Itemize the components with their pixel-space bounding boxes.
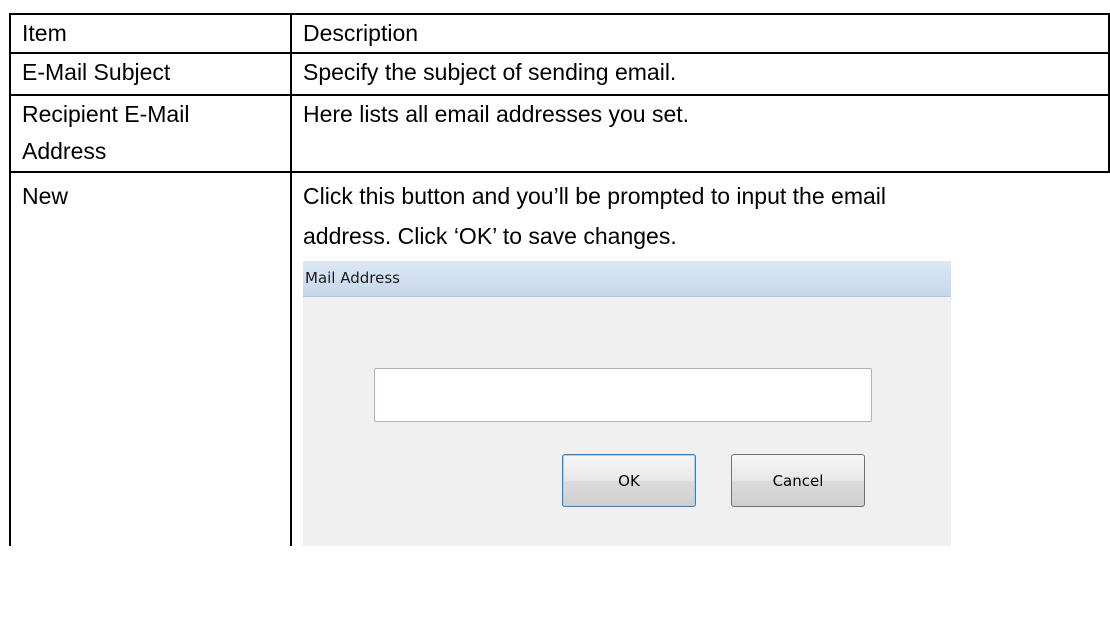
item-recipient-line1: Recipient E-Mail — [22, 101, 190, 127]
email-address-input[interactable] — [374, 368, 872, 422]
table-row: E-Mail Subject Specify the subject of se… — [9, 52, 1110, 96]
item-email-subject: E-Mail Subject — [22, 59, 171, 85]
description-new-line1: Click this button and you’ll be prompted… — [303, 183, 886, 209]
description-cell: Click this button and you’ll be prompted… — [290, 171, 1109, 546]
description-table: Item Description E-Mail Subject Specify … — [9, 13, 1110, 546]
table-header-row: Item Description — [9, 13, 1110, 54]
item-cell: Recipient E-Mail Address — [9, 94, 292, 173]
description-recipient: Here lists all email addresses you set. — [303, 101, 690, 127]
header-description-label: Description — [303, 20, 419, 46]
description-email-subject: Specify the subject of sending email. — [303, 59, 677, 85]
dialog-titlebar: Mail Address — [303, 261, 951, 297]
header-description-cell: Description — [290, 13, 1110, 54]
dialog-title: Mail Address — [305, 269, 400, 287]
item-recipient-line2: Address — [22, 138, 107, 164]
header-item-cell: Item — [9, 13, 292, 54]
description-cell: Specify the subject of sending email. — [290, 52, 1110, 96]
item-new: New — [22, 183, 69, 209]
item-cell: New — [9, 171, 291, 546]
table-row: Recipient E-Mail Address Here lists all … — [9, 94, 1110, 173]
description-new-line2: address. Click ‘OK’ to save changes. — [303, 223, 677, 249]
ok-button[interactable]: OK — [562, 454, 696, 507]
item-cell: E-Mail Subject — [9, 52, 292, 96]
mail-address-dialog: Mail Address OK Cancel — [303, 261, 951, 546]
cancel-button[interactable]: Cancel — [731, 454, 865, 507]
header-item-label: Item — [22, 20, 67, 46]
table-row: New Click this button and you’ll be prom… — [9, 171, 1109, 546]
description-cell: Here lists all email addresses you set. — [290, 94, 1110, 173]
